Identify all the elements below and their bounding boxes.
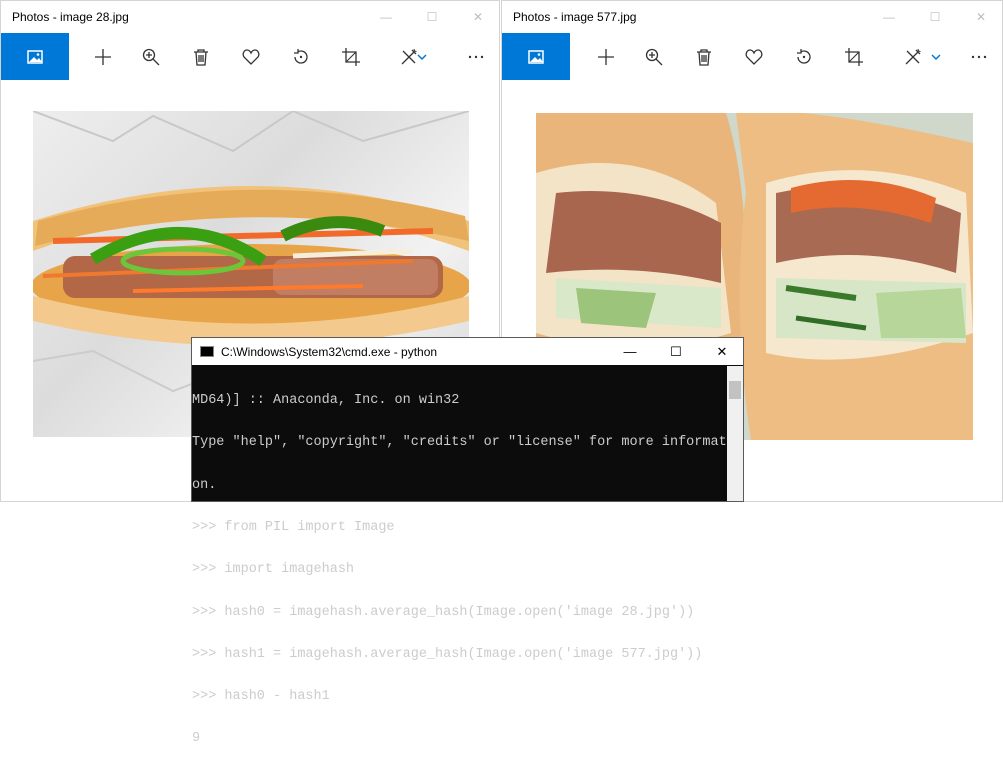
cmd-title: C:\Windows\System32\cmd.exe - python: [221, 345, 438, 359]
more-icon[interactable]: [452, 33, 499, 80]
add-icon[interactable]: [79, 33, 127, 80]
console-output[interactable]: MD64)] :: Anaconda, Inc. on win32 Type "…: [192, 366, 728, 775]
delete-icon[interactable]: [177, 33, 225, 80]
console-line: >>> from PIL import Image: [192, 520, 395, 536]
crop-icon[interactable]: [830, 33, 878, 80]
image-icon[interactable]: [502, 33, 570, 80]
chevron-down-icon[interactable]: [411, 33, 433, 80]
crop-icon[interactable]: [327, 33, 375, 80]
console-line: >>> hash0 - hash1: [192, 689, 330, 705]
console-line: MD64)] :: Anaconda, Inc. on win32: [192, 393, 460, 409]
heart-icon[interactable]: [227, 33, 275, 80]
chevron-down-icon[interactable]: [925, 33, 947, 80]
minimize-button[interactable]: —: [607, 338, 653, 365]
close-button[interactable]: ✕: [699, 338, 745, 365]
title-bar[interactable]: Photos - image 577.jpg — ☐ ✕: [502, 1, 1002, 33]
console-line: 9: [192, 731, 201, 747]
cmd-app-icon: [200, 346, 214, 357]
maximize-button[interactable]: ☐: [653, 338, 699, 365]
toolbar: [502, 33, 1002, 80]
console-line: >>> hash0 = imagehash.average_hash(Image…: [192, 604, 695, 620]
maximize-button[interactable]: ☐: [912, 1, 958, 33]
close-button[interactable]: ✕: [958, 1, 1002, 33]
image-icon[interactable]: [1, 33, 69, 80]
console-line: >>> hash1 = imagehash.average_hash(Image…: [192, 646, 703, 662]
minimize-button[interactable]: —: [363, 1, 409, 33]
title-bar[interactable]: Photos - image 28.jpg — ☐ ✕: [1, 1, 499, 33]
window-title: Photos - image 577.jpg: [513, 10, 637, 24]
console-line: Type "help", "copyright", "credits" or "…: [192, 435, 728, 451]
scrollbar[interactable]: [727, 366, 743, 501]
more-icon[interactable]: [955, 33, 1002, 80]
cmd-title-bar[interactable]: C:\Windows\System32\cmd.exe - python — ☐…: [192, 338, 743, 365]
zoom-icon[interactable]: [127, 33, 175, 80]
rotate-icon[interactable]: [277, 33, 325, 80]
console-line: >>> import imagehash: [192, 562, 355, 578]
minimize-button[interactable]: —: [866, 1, 912, 33]
console-line: on.: [192, 477, 217, 493]
close-button[interactable]: ✕: [455, 1, 499, 33]
cmd-window: C:\Windows\System32\cmd.exe - python — ☐…: [191, 337, 744, 746]
heart-icon[interactable]: [730, 33, 778, 80]
window-title: Photos - image 28.jpg: [12, 10, 129, 24]
rotate-icon[interactable]: [780, 33, 828, 80]
zoom-icon[interactable]: [630, 33, 678, 80]
toolbar: [1, 33, 499, 80]
maximize-button[interactable]: ☐: [409, 1, 455, 33]
delete-icon[interactable]: [680, 33, 728, 80]
add-icon[interactable]: [582, 33, 630, 80]
scrollbar-thumb[interactable]: [729, 381, 741, 399]
